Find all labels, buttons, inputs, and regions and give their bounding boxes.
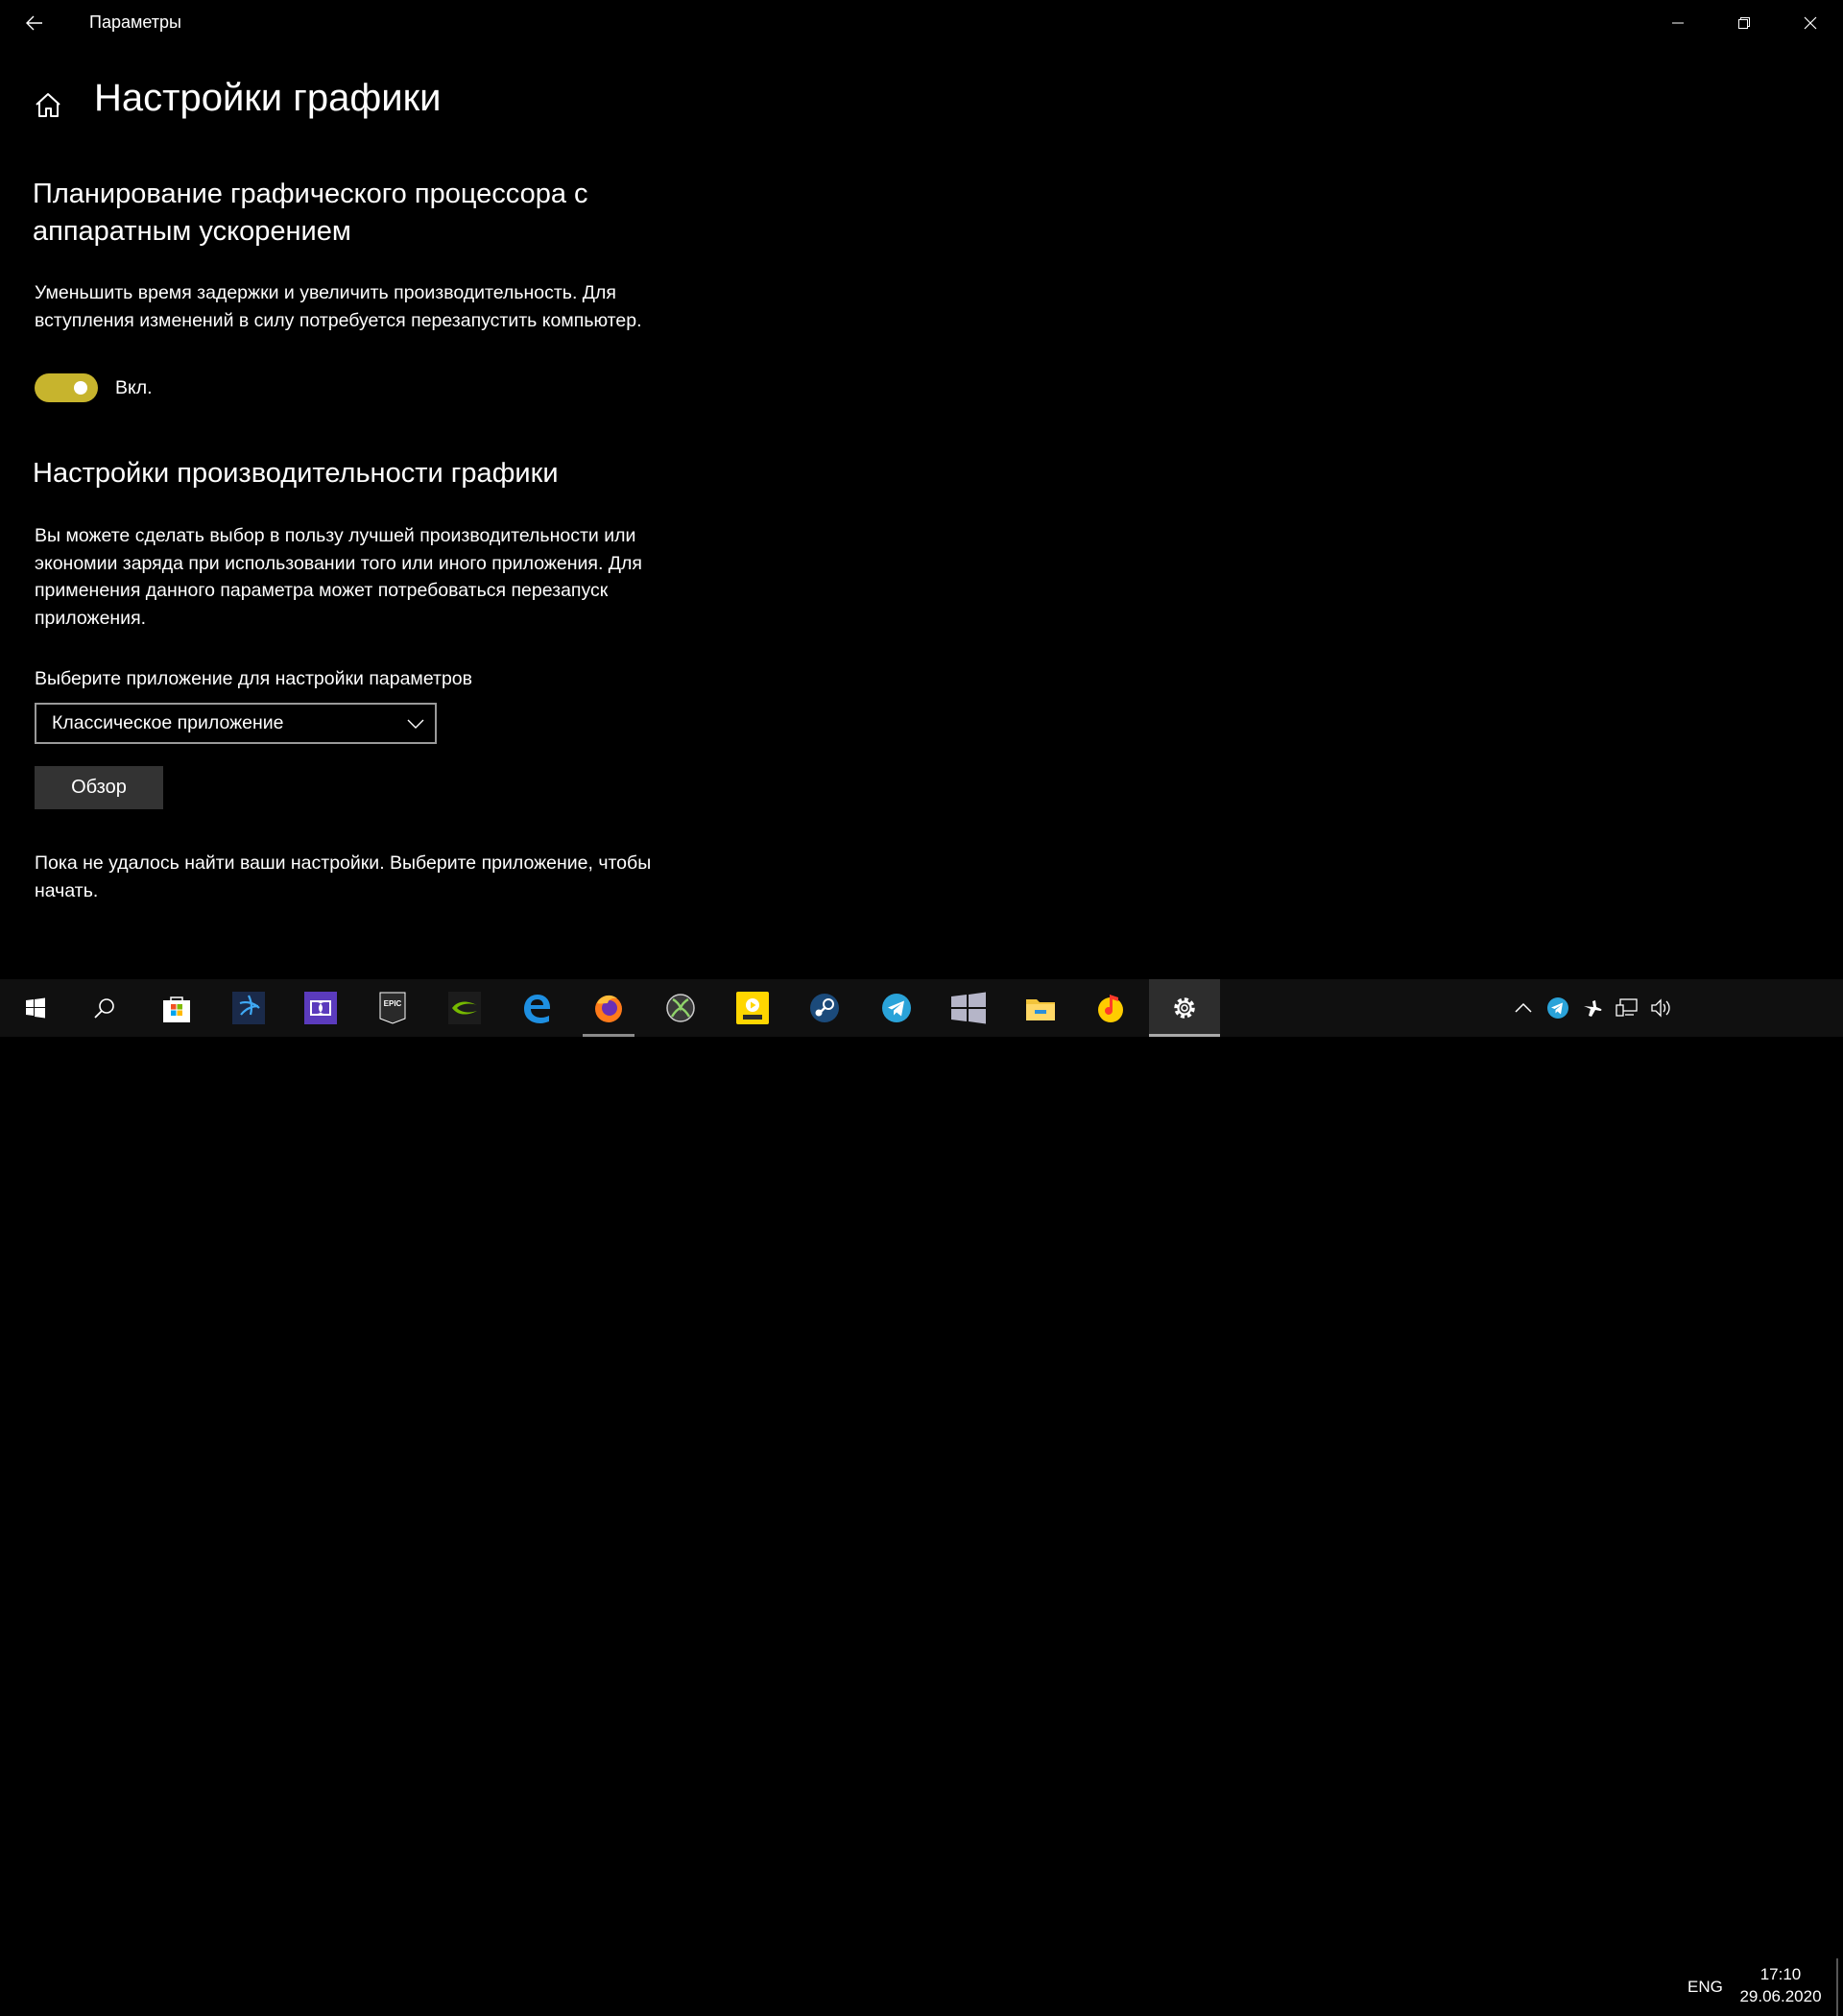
yandex-music-icon bbox=[1098, 995, 1123, 1022]
nvidia-icon bbox=[448, 992, 481, 1024]
airplane-icon bbox=[1584, 1000, 1602, 1017]
show-desktop-button[interactable] bbox=[1836, 1958, 1838, 2016]
taskbar-dolby[interactable] bbox=[285, 979, 356, 1037]
firefox-icon bbox=[595, 995, 622, 1022]
hw-scheduling-toggle[interactable] bbox=[35, 373, 98, 402]
taskbar-nvidia[interactable] bbox=[429, 979, 500, 1037]
language-indicator[interactable]: ENG bbox=[1687, 1978, 1723, 1997]
file-explorer-icon bbox=[1026, 999, 1055, 1020]
clock[interactable]: 17:10 29.06.2020 bbox=[1737, 1964, 1824, 2008]
close-icon bbox=[1804, 16, 1816, 30]
windows-icon bbox=[951, 992, 986, 1024]
steam-icon bbox=[810, 994, 839, 1022]
toggle-knob bbox=[74, 381, 87, 395]
search-icon bbox=[94, 998, 114, 1019]
xbox-icon bbox=[666, 994, 695, 1022]
hw-scheduling-heading: Планирование графического процессора с а… bbox=[33, 179, 588, 247]
dolby-access-icon bbox=[304, 992, 337, 1024]
minimize-button[interactable] bbox=[1644, 0, 1711, 46]
taskbar-firefox[interactable] bbox=[573, 979, 644, 1037]
taskbar: EPIC ENG 17:10 29.06.2020 bbox=[0, 979, 1843, 2016]
back-button[interactable] bbox=[0, 0, 69, 46]
start-button[interactable] bbox=[0, 979, 71, 1037]
taskbar-battlenet[interactable] bbox=[213, 979, 284, 1037]
network-icon bbox=[1616, 998, 1638, 1017]
svg-text:EPIC: EPIC bbox=[384, 999, 402, 1008]
taskbar-player[interactable] bbox=[717, 979, 788, 1037]
taskbar-xbox[interactable] bbox=[645, 979, 716, 1037]
close-button[interactable] bbox=[1777, 0, 1843, 46]
title-bar: Параметры bbox=[0, 0, 1843, 46]
telegram-icon bbox=[882, 994, 911, 1022]
player-icon bbox=[736, 992, 769, 1024]
clock-date: 29.06.2020 bbox=[1739, 1987, 1822, 2005]
back-arrow-icon bbox=[26, 15, 42, 31]
battlenet-icon bbox=[232, 992, 265, 1024]
chevron-down-icon bbox=[396, 718, 435, 730]
volume-icon bbox=[1651, 998, 1670, 1018]
tray-airplane[interactable] bbox=[1579, 995, 1606, 1021]
window-title: Параметры bbox=[89, 12, 181, 32]
graphics-performance-description: Вы можете сделать выбор в пользу лучшей … bbox=[35, 525, 642, 629]
toggle-state-label: Вкл. bbox=[115, 376, 153, 398]
status-message: Пока не удалось найти ваши настройки. Вы… bbox=[35, 852, 652, 901]
taskbar-yandex-music[interactable] bbox=[1077, 979, 1148, 1037]
home-icon bbox=[36, 93, 60, 117]
tray-telegram[interactable] bbox=[1544, 995, 1571, 1021]
graphics-performance-heading: Настройки производительности графики bbox=[33, 458, 559, 489]
tray-volume[interactable] bbox=[1648, 995, 1675, 1021]
browse-button[interactable]: Обзор bbox=[35, 766, 163, 809]
minimize-icon bbox=[1671, 22, 1684, 24]
telegram-tray-icon bbox=[1547, 997, 1568, 1019]
taskbar-settings[interactable] bbox=[1149, 979, 1220, 1037]
taskbar-steam[interactable] bbox=[789, 979, 860, 1037]
taskbar-epic-games[interactable]: EPIC bbox=[357, 979, 428, 1037]
clock-time: 17:10 bbox=[1759, 1965, 1802, 1983]
taskbar-store[interactable] bbox=[141, 979, 212, 1037]
home-button[interactable] bbox=[29, 86, 67, 125]
windows-start-icon bbox=[26, 997, 45, 1019]
page-title: Настройки графики bbox=[94, 77, 442, 119]
hw-scheduling-description: Уменьшить время задержки и увеличить про… bbox=[35, 282, 642, 331]
search-button[interactable] bbox=[69, 979, 140, 1037]
taskbar-telegram[interactable] bbox=[861, 979, 932, 1037]
microsoft-store-icon bbox=[163, 996, 190, 1022]
show-hidden-icons-button[interactable] bbox=[1510, 995, 1537, 1021]
chevron-up-icon bbox=[1515, 1002, 1532, 1013]
app-select-label: Выберите приложение для настройки параме… bbox=[35, 668, 472, 689]
restore-icon bbox=[1737, 17, 1750, 29]
restore-button[interactable] bbox=[1711, 0, 1777, 46]
app-type-dropdown[interactable]: Классическое приложение bbox=[35, 703, 437, 744]
taskbar-file-explorer[interactable] bbox=[1005, 979, 1076, 1037]
settings-gear-icon bbox=[1174, 997, 1195, 1019]
taskbar-windows-app[interactable] bbox=[933, 979, 1004, 1037]
taskbar-edge[interactable] bbox=[501, 979, 572, 1037]
edge-icon bbox=[524, 995, 550, 1023]
hw-scheduling-toggle-row: Вкл. bbox=[35, 373, 153, 402]
tray-network[interactable] bbox=[1614, 995, 1640, 1021]
epic-games-icon: EPIC bbox=[379, 992, 406, 1024]
app-type-selected: Классическое приложение bbox=[52, 712, 284, 733]
